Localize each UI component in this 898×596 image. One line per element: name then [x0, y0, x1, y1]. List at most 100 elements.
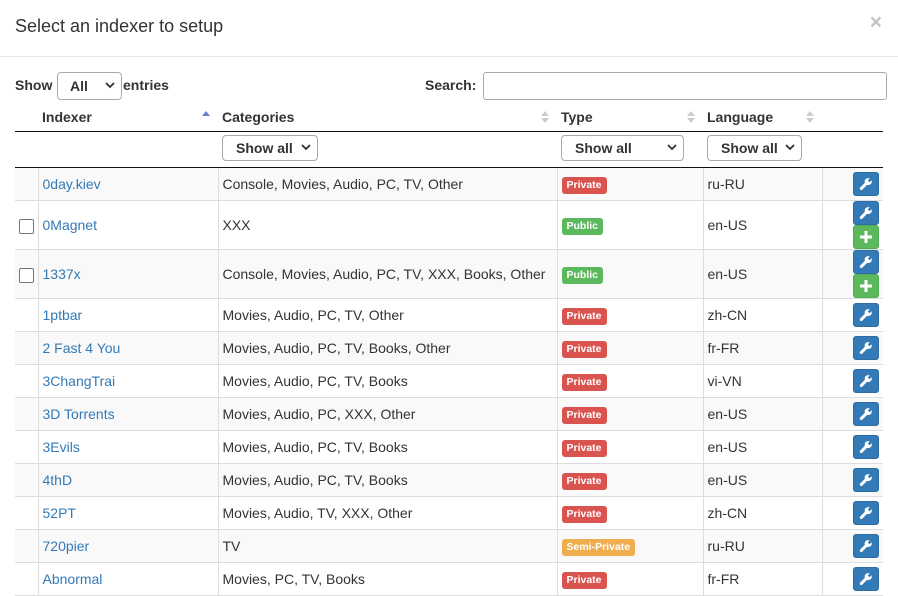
indexer-link[interactable]: 720pier	[43, 538, 90, 554]
sort-both-icon	[806, 111, 814, 123]
wrench-icon	[859, 474, 872, 487]
table-row: 720pier TV Semi-Private ru-RU	[15, 529, 883, 563]
categories-cell: Console, Movies, Audio, PC, TV, Other	[217, 167, 557, 201]
entries-select[interactable]: All	[57, 72, 122, 100]
actions-cell	[821, 167, 883, 201]
row-select-cell[interactable]	[15, 249, 38, 299]
indexer-link[interactable]: 3Evils	[43, 439, 80, 455]
language-text: zh-CN	[707, 505, 748, 521]
private-badge: Private	[561, 439, 607, 457]
indexer-link[interactable]: 52PT	[43, 505, 76, 521]
type-filter-select[interactable]: Show all	[561, 135, 684, 161]
search-input[interactable]	[483, 72, 887, 100]
table-row: 4thD Movies, Audio, PC, TV, Books Private e…	[15, 463, 883, 497]
actions-cell	[821, 331, 883, 365]
categories-text: Console, Movies, Audio, PC, TV, Other	[222, 176, 463, 192]
indexer-link[interactable]: 3D Torrents	[43, 406, 115, 422]
configure-button[interactable]	[853, 501, 879, 525]
add-indexer-button[interactable]	[853, 274, 879, 298]
type-cell: Private	[556, 430, 703, 464]
table-row: 2 Fast 4 You Movies, Audio, PC, TV, Books…	[15, 331, 883, 365]
wrench-icon	[859, 256, 872, 269]
configure-button[interactable]	[853, 435, 879, 459]
actions-cell	[821, 364, 883, 398]
actions-cell	[821, 529, 883, 563]
column-header-type[interactable]: Type	[557, 103, 703, 132]
configure-button[interactable]	[853, 534, 879, 558]
categories-text: Console, Movies, Audio, PC, TV, XXX, Boo…	[222, 266, 546, 282]
column-header-categories[interactable]: Categories	[218, 103, 557, 132]
close-button[interactable]: ×	[870, 12, 882, 33]
entries-select-value: All	[70, 78, 88, 94]
actions-cell	[821, 496, 883, 530]
language-cell: en-US	[702, 200, 822, 250]
table-row: 1ptbar Movies, Audio, PC, TV, Other Privat…	[15, 298, 883, 332]
categories-cell: Movies, Audio, TV, XXX, Other	[217, 496, 557, 530]
configure-button[interactable]	[853, 250, 879, 274]
language-filter-select[interactable]: Show all	[707, 135, 802, 161]
language-cell: fr-FR	[702, 562, 822, 596]
table-row: 3Evils Movies, Audio, PC, TV, Books Privat…	[15, 430, 883, 464]
type-cell: Semi-Private	[556, 529, 703, 563]
indexer-cell: 3Evils	[37, 430, 218, 464]
row-checkbox[interactable]	[18, 218, 34, 234]
language-cell: vi-VN	[702, 364, 822, 398]
column-header-language[interactable]: Language	[703, 103, 822, 132]
wrench-icon	[859, 441, 872, 454]
language-cell: en-US	[702, 397, 822, 431]
actions-cell	[821, 397, 883, 431]
language-text: en-US	[707, 472, 748, 488]
indexer-link[interactable]: 1ptbar	[43, 307, 83, 323]
configure-button[interactable]	[853, 172, 879, 196]
row-select-cell[interactable]	[15, 200, 38, 250]
row-select-cell	[15, 397, 38, 431]
language-text: zh-CN	[707, 307, 748, 323]
language-text: fr-FR	[707, 340, 740, 356]
actions-cell	[821, 430, 883, 464]
indexer-link[interactable]: Abnormal	[43, 571, 103, 587]
column-header-label: Categories	[222, 109, 295, 125]
filter-row: Show all Show all Show all	[15, 131, 883, 168]
column-header-indexer[interactable]: Indexer	[38, 103, 218, 132]
actions-cell	[821, 298, 883, 332]
categories-text: Movies, Audio, PC, TV, Books	[222, 439, 408, 455]
table-row: 52PT Movies, Audio, TV, XXX, Other Private…	[15, 496, 883, 530]
private-badge: Private	[561, 373, 607, 391]
indexer-link[interactable]: 0day.kiev	[43, 176, 101, 192]
wrench-icon	[859, 540, 872, 553]
indexer-link[interactable]: 2 Fast 4 You	[43, 340, 121, 356]
column-header-label: Language	[707, 109, 774, 125]
configure-button[interactable]	[853, 336, 879, 360]
configure-button[interactable]	[853, 201, 879, 225]
indexer-link[interactable]: 4thD	[43, 472, 73, 488]
categories-cell: Movies, Audio, PC, TV, Books	[217, 364, 557, 398]
modal-header: Select an indexer to setup ×	[0, 0, 898, 57]
filter-select-value: Show all	[236, 140, 293, 156]
add-indexer-button[interactable]	[853, 225, 879, 249]
categories-text: XXX	[222, 217, 251, 233]
categories-filter-select[interactable]: Show all	[222, 135, 318, 161]
categories-cell: Movies, Audio, PC, XXX, Other	[217, 397, 557, 431]
configure-button[interactable]	[853, 402, 879, 426]
configure-button[interactable]	[853, 468, 879, 492]
plus-icon	[860, 280, 872, 292]
language-cell: en-US	[702, 463, 822, 497]
type-cell: Private	[556, 397, 703, 431]
indexer-cell: 0day.kiev	[37, 167, 218, 201]
configure-button[interactable]	[853, 303, 879, 327]
wrench-icon	[859, 342, 872, 355]
checkbox-column-header	[15, 103, 38, 132]
type-cell: Private	[556, 364, 703, 398]
wrench-icon	[859, 309, 872, 322]
categories-text: TV	[222, 538, 241, 554]
indexer-link[interactable]: 3ChangTrai	[43, 373, 116, 389]
table-controls: Show All entries Search:	[15, 72, 887, 100]
configure-button[interactable]	[853, 369, 879, 393]
configure-button[interactable]	[853, 567, 879, 591]
indexer-link[interactable]: 1337x	[43, 266, 81, 282]
language-text: fr-FR	[707, 571, 740, 587]
row-checkbox[interactable]	[18, 267, 34, 283]
indexer-link[interactable]: 0Magnet	[43, 217, 97, 233]
type-cell: Private	[556, 298, 703, 332]
type-cell: Private	[556, 463, 703, 497]
